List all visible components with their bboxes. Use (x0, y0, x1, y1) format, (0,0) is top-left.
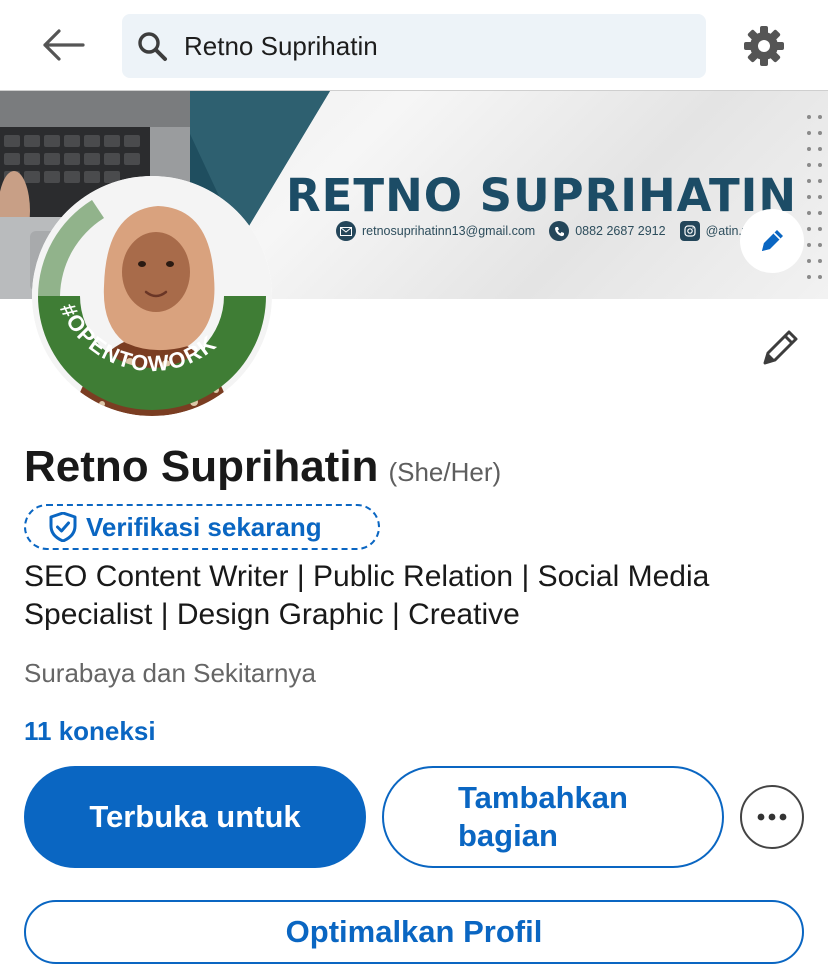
banner-contacts: retnosuprihatinn13@gmail.com 0882 2687 2… (336, 221, 768, 241)
search-icon (134, 28, 170, 64)
name-row: Retno Suprihatin (She/Her) (24, 442, 501, 492)
add-section-label-line1: Tambahkan (458, 780, 628, 815)
banner-email-text: retnosuprihatinn13@gmail.com (362, 224, 536, 238)
open-to-button[interactable]: Terbuka untuk (24, 766, 366, 868)
add-section-label-line2: bagian (458, 818, 558, 853)
verify-now-button[interactable]: Verifikasi sekarang (24, 504, 380, 550)
open-to-label: Terbuka untuk (89, 799, 301, 834)
edit-banner-button[interactable] (740, 209, 804, 273)
envelope-icon (336, 221, 356, 241)
banner-phone: 0882 2687 2912 (549, 221, 666, 241)
profile-location: Surabaya dan Sekitarnya (24, 658, 316, 688)
add-section-label: Tambahkan bagian (458, 779, 628, 855)
banner-phone-text: 0882 2687 2912 (575, 224, 666, 238)
banner-title: RETNO SUPRIHATIN (286, 169, 798, 222)
add-section-button[interactable]: Tambahkan bagian (382, 766, 724, 868)
edit-profile-button[interactable] (752, 318, 810, 376)
dots-decoration (807, 115, 822, 279)
optimize-profile-label: Optimalkan Profil (285, 914, 543, 949)
profile-photo[interactable]: #OPENTOWORK (32, 176, 272, 416)
ellipsis-icon (757, 813, 787, 821)
more-actions-button[interactable] (740, 785, 804, 849)
search-bar[interactable]: Retno Suprihatin (122, 14, 706, 78)
verify-now-label: Verifikasi sekarang (86, 511, 322, 542)
arrow-left-icon (43, 29, 85, 61)
profile-pronouns: (She/Her) (388, 457, 502, 487)
pencil-icon (763, 330, 798, 365)
optimize-profile-button[interactable]: Optimalkan Profil (24, 900, 804, 964)
back-button[interactable] (36, 22, 90, 68)
top-bar: Retno Suprihatin (0, 0, 828, 90)
shield-check-icon (48, 512, 78, 542)
connections-link[interactable]: 11 koneksi (24, 716, 156, 747)
banner-email: retnosuprihatinn13@gmail.com (336, 221, 535, 241)
search-query-text[interactable]: Retno Suprihatin (184, 31, 378, 62)
profile-headline: SEO Content Writer | Public Relation | S… (24, 560, 710, 631)
gear-icon (744, 26, 784, 66)
pencil-icon (762, 230, 783, 251)
phone-icon (549, 221, 570, 241)
settings-button[interactable] (740, 22, 788, 70)
instagram-icon (679, 221, 700, 241)
profile-name: Retno Suprihatin (24, 442, 379, 491)
